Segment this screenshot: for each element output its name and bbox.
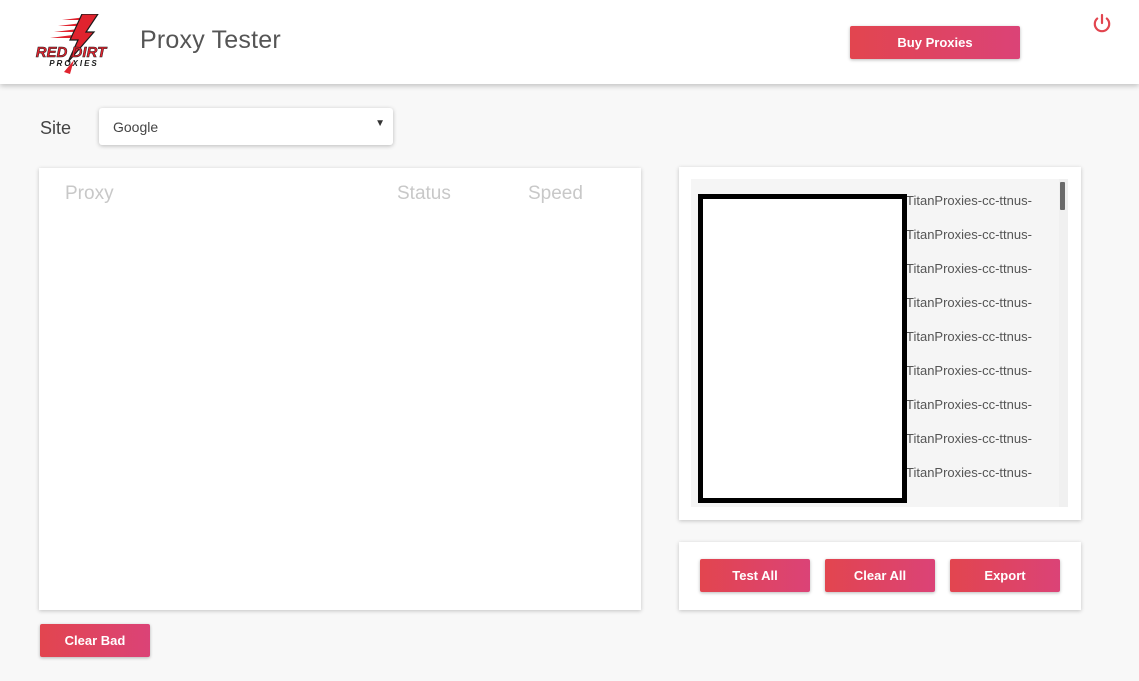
export-button[interactable]: Export: [950, 559, 1060, 592]
proxy-list-textarea[interactable]: TitanProxies-cc-ttnus- TitanProxies-cc-t…: [691, 179, 1068, 507]
column-header-status: Status: [397, 183, 451, 204]
app-title: Proxy Tester: [140, 26, 281, 54]
redaction-box: [698, 194, 907, 503]
red-dirt-proxies-logo: RED DIRT PROXIES: [35, 14, 108, 74]
site-select-value: Google: [113, 119, 159, 135]
clear-all-button[interactable]: Clear All: [825, 559, 935, 592]
clear-bad-button[interactable]: Clear Bad: [40, 624, 150, 657]
actions-panel: Test All Clear All Export: [679, 542, 1081, 610]
proxy-list-scrollbar[interactable]: [1059, 179, 1068, 507]
test-all-button[interactable]: Test All: [700, 559, 810, 592]
column-header-proxy: Proxy: [65, 183, 114, 204]
buy-proxies-button[interactable]: Buy Proxies: [850, 26, 1020, 59]
site-select[interactable]: Google ▼: [99, 108, 393, 145]
column-header-speed: Speed: [528, 183, 583, 204]
chevron-down-icon: ▼: [375, 118, 385, 129]
scrollbar-thumb[interactable]: [1060, 182, 1065, 210]
site-label: Site: [40, 118, 72, 138]
power-icon[interactable]: [1091, 13, 1113, 35]
proxy-input-panel: TitanProxies-cc-ttnus- TitanProxies-cc-t…: [679, 167, 1081, 520]
logo-text-line2: PROXIES: [49, 59, 99, 68]
results-table: Proxy Status Speed: [39, 168, 641, 610]
app-header: RED DIRT PROXIES Proxy Tester Buy Proxie…: [0, 0, 1139, 84]
